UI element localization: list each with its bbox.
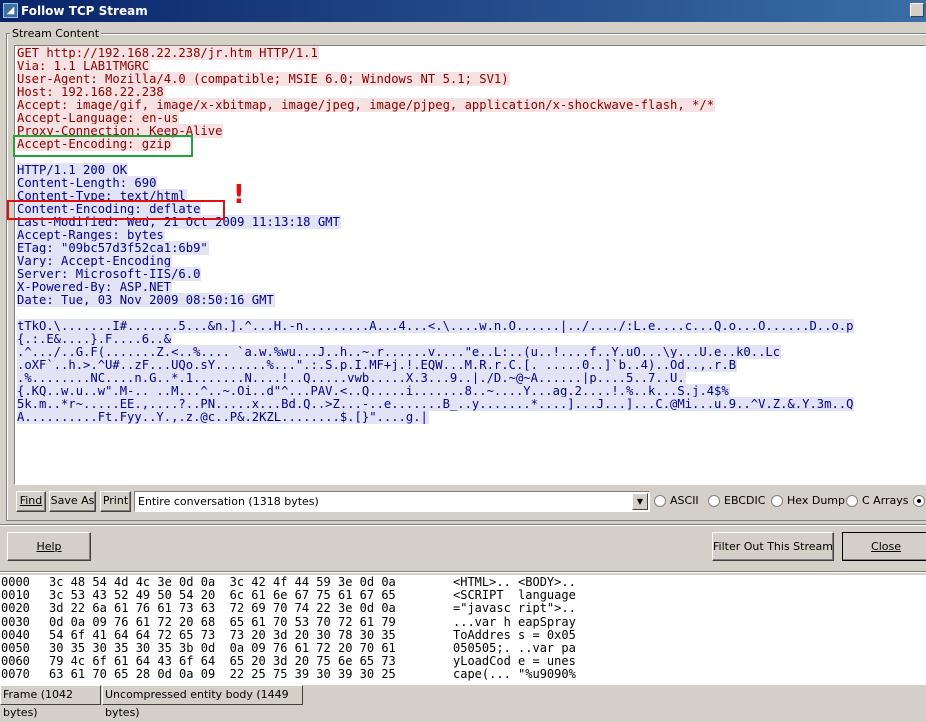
- response-line-text: HTTP/1.1 200 OK: [17, 163, 129, 177]
- conversation-select-value: Entire conversation (1318 bytes): [138, 495, 319, 508]
- radio-ebcdic-label: EBCDIC: [724, 494, 766, 507]
- body-line-text: {.KQ..w.u..w".M-.._..M...^..~.Oi..d"^...…: [17, 384, 730, 398]
- request-line-text: Accept-Language: en-us: [17, 111, 180, 125]
- request-line-text: Accept: image/gif, image/x-xbitmap, imag…: [17, 98, 716, 112]
- hex-bytes: 0d 0a 09 76 61 72 20 68 65 61 70 53 70 7…: [49, 614, 396, 629]
- body-line-text: .^.../..G.F(.......Z.<..%.... `a.w.%wu..…: [17, 345, 782, 359]
- accept-encoding-highlight: [13, 135, 193, 157]
- hex-lines: 0000 3c 48 54 4d 4c 3e 0d 0a 3c 42 4f 44 …: [1, 575, 576, 682]
- window-title: Follow TCP Stream: [21, 4, 148, 18]
- radio-dot-icon: [654, 495, 666, 507]
- radio-dot-icon: [846, 495, 858, 507]
- body-line: A..........Ft.Fyy..Y.,.z.@c..P&.2KZL....…: [17, 410, 854, 424]
- radio-hexdump[interactable]: Hex Dump: [771, 494, 845, 510]
- byte-view-tabs: Frame (1042 bytes) Uncompressed entity b…: [0, 685, 926, 719]
- hex-ascii: <HTML>.. <BODY>..: [453, 575, 576, 589]
- request-line-text: Host: 192.168.22.238: [17, 85, 165, 99]
- tab-uncompressed-body[interactable]: Uncompressed entity body (1449 bytes): [102, 685, 303, 719]
- tab-frame[interactable]: Frame (1042 bytes): [0, 685, 101, 719]
- hex-bytes: 3d 22 6a 61 76 61 73 63 72 69 70 74 22 3…: [49, 601, 396, 616]
- stream-lines: GET http://192.168.22.238/jr.htm HTTP/1.…: [17, 46, 855, 424]
- close-button[interactable]: Close: [842, 532, 926, 561]
- divider: [0, 571, 926, 573]
- body-line-text: .%........NC....n.G..*.1.......N....!..Q…: [17, 371, 686, 385]
- radio-dot-selected-icon: [913, 495, 925, 507]
- window-control-button[interactable]: [910, 3, 924, 17]
- find-label: Find: [19, 494, 43, 507]
- hex-offset: 0070: [1, 667, 30, 682]
- response-line-text: Server: Microsoft-IIS/6.0: [17, 267, 202, 281]
- wireshark-fin-icon: ◢: [3, 3, 18, 18]
- help-button[interactable]: Help: [7, 532, 91, 561]
- radio-ascii[interactable]: ASCII: [654, 494, 699, 510]
- response-line-text: ETag: "09bc57d3f52ca1:6b9": [17, 241, 209, 255]
- radio-ebcdic[interactable]: EBCDIC: [708, 494, 765, 510]
- body-line-text: 5k.m..*r~.....EE.,....?..PN.....x...Bd.Q…: [17, 397, 855, 411]
- request-line-text: Via: 1.1 LAB1TMGRC: [17, 59, 151, 73]
- print-button[interactable]: Print: [100, 491, 131, 512]
- hex-row[interactable]: 0070 63 61 70 65 28 0d 0a 09 22 25 75 39 …: [1, 668, 576, 681]
- response-line-text: Date: Tue, 03 Nov 2009 08:50:16 GMT: [17, 293, 275, 307]
- body-line-text: {.:.E&....}.F....6..&: [17, 332, 173, 346]
- stream-content-text[interactable]: GET http://192.168.22.238/jr.htm HTTP/1.…: [14, 45, 926, 485]
- tab-uncompressed-label: Uncompressed entity body (1449 bytes): [105, 688, 289, 719]
- radio-dot-icon: [771, 495, 783, 507]
- close-label: Close: [871, 540, 901, 553]
- hex-offset: 0020: [1, 601, 30, 616]
- response-line-text: Vary: Accept-Encoding: [17, 254, 173, 268]
- filter-out-label: Filter Out This Stream: [713, 540, 833, 553]
- hex-bytes: 54 6f 41 64 64 72 65 73 73 20 3d 20 30 7…: [49, 627, 396, 642]
- hex-ascii: ...var h eapSpray: [453, 614, 576, 629]
- hex-offset: 0030: [1, 614, 30, 629]
- content-encoding-highlight: [7, 200, 225, 220]
- radio-ascii-label: ASCII: [670, 494, 699, 507]
- hex-ascii: ="javasc ript">..: [453, 601, 576, 616]
- hex-ascii: cape(... "%u9090%: [453, 667, 576, 682]
- print-label: Print: [102, 494, 129, 507]
- radio-raw[interactable]: [913, 494, 926, 510]
- hex-ascii: <SCRIPT language: [453, 588, 576, 603]
- conversation-select[interactable]: Entire conversation (1318 bytes) ▼: [134, 491, 650, 512]
- title-bar: ◢ Follow TCP Stream: [0, 0, 926, 22]
- hex-ascii: yLoadCod e = unes: [453, 654, 576, 669]
- hex-ascii: ToAddres s = 0x05: [453, 627, 576, 642]
- radio-dot-icon: [708, 495, 720, 507]
- tab-frame-label: Frame (1042 bytes): [3, 688, 74, 719]
- exclamation-mark: !: [233, 180, 245, 210]
- chevron-down-icon[interactable]: ▼: [632, 493, 648, 510]
- response-line-text: Accept-Ranges: bytes: [17, 228, 165, 242]
- find-button[interactable]: Find: [16, 491, 46, 512]
- hex-ascii: 050505;. ..var pa: [453, 640, 576, 655]
- radio-carrays-label: C Arrays: [862, 494, 909, 507]
- divider: [0, 524, 926, 526]
- body-line-text: tTkO.\.......I#.......5...&n.].^...H.-n.…: [17, 319, 855, 333]
- body-line-text: .oXF`..h.>.^U#..zF...UQo.sY.......%...".…: [17, 358, 738, 372]
- save-as-button[interactable]: Save As: [49, 491, 96, 512]
- hex-pane[interactable]: 0000 3c 48 54 4d 4c 3e 0d 0a 3c 42 4f 44 …: [0, 575, 926, 685]
- request-line-text: GET http://192.168.22.238/jr.htm HTTP/1.…: [17, 46, 319, 60]
- radio-hexdump-label: Hex Dump: [787, 494, 845, 507]
- filter-out-stream-button[interactable]: Filter Out This Stream: [712, 532, 834, 561]
- hex-offset: 0040: [1, 627, 30, 642]
- response-line-text: Content-Length: 690: [17, 176, 158, 190]
- response-line-text: X-Powered-By: ASP.NET: [17, 280, 173, 294]
- help-label: Help: [36, 540, 62, 553]
- stream-content-label: Stream Content: [10, 27, 102, 40]
- radio-carrays[interactable]: C Arrays: [846, 494, 909, 510]
- body-line-text: A..........Ft.Fyy..Y.,.z.@c..P&.2KZL....…: [17, 410, 429, 424]
- request-line-text: User-Agent: Mozilla/4.0 (compatible; MSI…: [17, 72, 510, 86]
- save-as-label: Save As: [50, 494, 95, 507]
- response-line: Date: Tue, 03 Nov 2009 08:50:16 GMT: [17, 293, 854, 307]
- hex-bytes: 63 61 70 65 28 0d 0a 09 22 25 75 39 30 3…: [49, 667, 396, 682]
